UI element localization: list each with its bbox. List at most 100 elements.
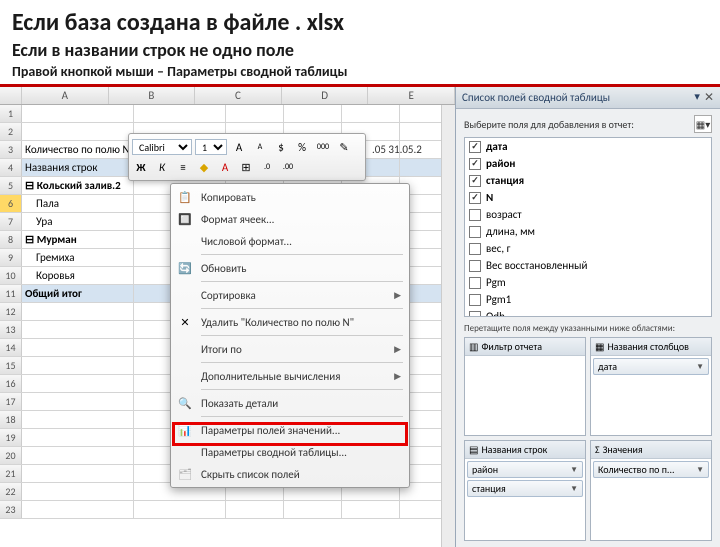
cell[interactable] (22, 375, 134, 392)
context-menu-item[interactable]: 🔍Показать детали (173, 392, 407, 414)
context-menu-item[interactable]: Параметры сводной таблицы... (173, 441, 407, 463)
shrink-font-icon[interactable]: A (251, 138, 269, 156)
row-header[interactable]: 5 (0, 177, 22, 194)
context-menu-item[interactable]: 🔄Обновить (173, 257, 407, 279)
layout-options-icon[interactable]: ▦▾ (694, 115, 712, 133)
cell[interactable] (22, 321, 134, 338)
percent-icon[interactable]: % (293, 138, 311, 156)
cell[interactable]: ⊟ Кольский залив.2 (22, 177, 134, 194)
dropdown-icon[interactable]: ▾ (694, 90, 700, 105)
row-header[interactable]: 19 (0, 429, 22, 446)
cell[interactable] (22, 393, 134, 410)
row-header[interactable]: 9 (0, 249, 22, 266)
filter-zone[interactable]: ▥Фильтр отчета (464, 337, 586, 436)
column-header[interactable]: B (109, 87, 196, 104)
cell[interactable] (22, 447, 134, 464)
cell[interactable]: Общий итог (22, 285, 134, 302)
font-selector[interactable]: Calibri (132, 139, 192, 155)
row-header[interactable]: 15 (0, 357, 22, 374)
increase-decimal-icon[interactable]: .0 (258, 158, 276, 176)
context-menu-item[interactable]: Итоги по▶ (173, 338, 407, 360)
cell[interactable] (22, 339, 134, 356)
cell[interactable] (22, 465, 134, 482)
decrease-decimal-icon[interactable]: .00 (279, 158, 297, 176)
row-header[interactable]: 17 (0, 393, 22, 410)
checkbox-icon[interactable] (469, 226, 481, 238)
align-icon[interactable]: ≡ (174, 158, 192, 176)
cell[interactable] (284, 501, 342, 518)
currency-icon[interactable]: $ (272, 138, 290, 156)
field-item[interactable]: N (465, 189, 711, 206)
table-row[interactable]: 23 (0, 501, 455, 519)
field-item[interactable]: Pgm (465, 274, 711, 291)
row-header[interactable]: 14 (0, 339, 22, 356)
checkbox-icon[interactable] (469, 175, 481, 187)
cell[interactable] (22, 411, 134, 428)
row-header[interactable]: 13 (0, 321, 22, 338)
cell[interactable] (22, 123, 134, 140)
row-header[interactable]: 18 (0, 411, 22, 428)
column-header[interactable]: C (195, 87, 282, 104)
field-item[interactable]: длина, мм (465, 223, 711, 240)
cell[interactable]: Названия строк (22, 159, 134, 176)
checkbox-icon[interactable] (469, 277, 481, 289)
comma-icon[interactable]: 000 (314, 138, 332, 156)
field-item[interactable]: дата (465, 138, 711, 155)
checkbox-icon[interactable] (469, 141, 481, 153)
cell[interactable] (22, 357, 134, 374)
italic-icon[interactable]: К (153, 158, 171, 176)
checkbox-icon[interactable] (469, 243, 481, 255)
row-header[interactable]: 2 (0, 123, 22, 140)
cell[interactable]: Ура (22, 213, 134, 230)
checkbox-icon[interactable] (469, 192, 481, 204)
zone-chip[interactable]: район▼ (467, 461, 583, 478)
rows-zone[interactable]: ▤Названия строк район▼станция▼ (464, 440, 586, 541)
row-header[interactable]: 21 (0, 465, 22, 482)
cell[interactable]: Количество по полю N (22, 141, 134, 158)
context-menu-item[interactable]: Сортировка▶ (173, 284, 407, 306)
cell[interactable]: Гремиха (22, 249, 134, 266)
row-header[interactable]: 7 (0, 213, 22, 230)
row-header[interactable]: 3 (0, 141, 22, 158)
column-header[interactable]: A (22, 87, 109, 104)
checkbox-icon[interactable] (469, 209, 481, 221)
context-menu-item[interactable]: 📋Копировать (173, 186, 407, 208)
table-row[interactable]: 1 (0, 105, 455, 123)
borders-icon[interactable]: ⊞ (237, 158, 255, 176)
zone-chip[interactable]: станция▼ (467, 480, 583, 497)
field-item[interactable]: станция (465, 172, 711, 189)
cell[interactable] (22, 105, 134, 122)
column-header[interactable]: E (368, 87, 455, 104)
cell[interactable] (342, 501, 400, 518)
row-header[interactable]: 12 (0, 303, 22, 320)
row-header[interactable]: 1 (0, 105, 22, 122)
row-header[interactable]: 23 (0, 501, 22, 518)
column-header[interactable]: D (282, 87, 369, 104)
context-menu-item[interactable]: 🔲Формат ячеек... (173, 208, 407, 230)
field-item[interactable]: возраст (465, 206, 711, 223)
cell[interactable] (22, 483, 134, 500)
cell[interactable] (22, 303, 134, 320)
context-menu-item[interactable]: Числовой формат... (173, 230, 407, 252)
row-header[interactable]: 8 (0, 231, 22, 248)
context-menu-item[interactable]: Дополнительные вычисления▶ (173, 365, 407, 387)
cell[interactable]: Коровья (22, 267, 134, 284)
cell[interactable] (22, 429, 134, 446)
field-item[interactable]: район (465, 155, 711, 172)
context-menu-item[interactable]: ✕Удалить "Количество по полю N" (173, 311, 407, 333)
row-header[interactable]: 11 (0, 285, 22, 302)
worksheet-grid[interactable]: ABCDE 123Количество по полю NНазв4Назван… (0, 87, 455, 547)
paintbrush-icon[interactable]: ✎ (335, 138, 353, 156)
row-header[interactable]: 4 (0, 159, 22, 176)
close-icon[interactable]: ✕ (704, 90, 714, 105)
zone-chip[interactable]: Количество по п...▼ (593, 461, 709, 478)
row-header[interactable]: 10 (0, 267, 22, 284)
vertical-scrollbar[interactable] (441, 105, 455, 547)
field-item[interactable]: Вес восстановленный (465, 257, 711, 274)
cell[interactable]: Пала (22, 195, 134, 212)
cell[interactable] (134, 501, 226, 518)
field-item[interactable]: вес, г (465, 240, 711, 257)
cell[interactable] (22, 501, 134, 518)
font-size-selector[interactable]: 11 (195, 139, 227, 155)
field-item[interactable]: Pgm1 (465, 291, 711, 308)
